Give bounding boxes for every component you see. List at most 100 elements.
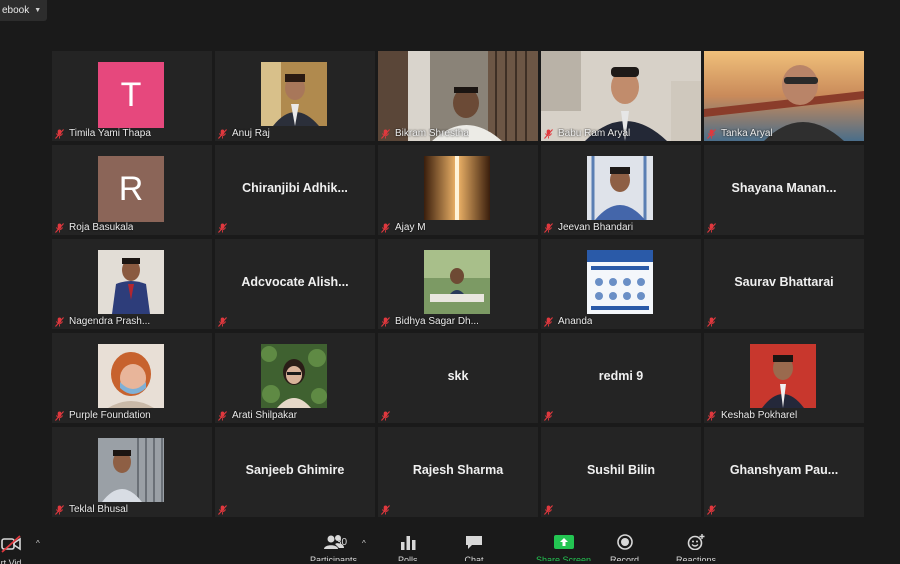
start-video-button[interactable]: rt Vid <box>0 535 22 564</box>
participant-tile[interactable]: Sanjeeb Ghimire <box>215 427 375 517</box>
chat-label: Chat <box>464 555 484 561</box>
record-button[interactable]: Record <box>610 534 639 561</box>
participant-name-label: Babu Ram Aryal <box>544 128 630 139</box>
share-screen-label: Share Screen <box>536 555 592 561</box>
mic-muted-icon <box>381 222 390 233</box>
view-dropdown-button[interactable]: ebook ▼ <box>0 0 48 21</box>
participant-display-name: skk <box>447 369 469 383</box>
participant-name: Ananda <box>558 316 593 327</box>
polls-icon <box>400 536 416 550</box>
record-label: Record <box>610 555 640 561</box>
mic-muted-icon <box>544 316 553 327</box>
participant-tile[interactable]: Nagendra Prash... <box>52 239 212 329</box>
mic-muted-icon <box>218 505 227 515</box>
mic-muted-icon <box>707 317 716 327</box>
participant-name-label: Arati Shilpakar <box>218 410 297 421</box>
view-dropdown-label: ebook <box>2 5 30 16</box>
mic-muted-icon <box>55 128 64 139</box>
polls-button[interactable]: Polls <box>398 534 418 561</box>
mic-muted-icon <box>218 128 227 139</box>
participant-name-label: Teklal Bhusal <box>55 504 128 515</box>
participant-tile[interactable]: Saurav Bhattarai <box>704 239 864 329</box>
share-screen-button[interactable]: Share Screen <box>536 534 591 561</box>
mic-muted-icon <box>544 505 553 515</box>
participant-name-label <box>707 223 721 233</box>
participant-display-name: Shayana Manan... <box>731 181 837 195</box>
participant-tile[interactable]: Anuj Raj <box>215 51 375 141</box>
mic-muted-icon <box>544 128 553 139</box>
chat-button[interactable]: Chat <box>464 534 484 561</box>
participant-name: Bidhya Sagar Dh... <box>395 316 479 327</box>
participant-tile[interactable]: Tanka Aryal <box>704 51 864 141</box>
participant-name-label <box>218 317 232 327</box>
participant-tile[interactable]: redmi 9 <box>541 333 701 423</box>
participant-tile[interactable]: Arati Shilpakar <box>215 333 375 423</box>
participant-tile[interactable]: Bikram Shrestha <box>378 51 538 141</box>
participant-name: Arati Shilpakar <box>232 410 298 421</box>
participant-tile[interactable]: Ghanshyam Pau... <box>704 427 864 517</box>
participant-display-name: Ghanshyam Pau... <box>729 463 839 477</box>
participant-tile[interactable]: skk <box>378 333 538 423</box>
chat-icon <box>466 536 482 549</box>
participant-name: Tanka Aryal <box>721 128 773 139</box>
mic-muted-icon <box>381 505 390 515</box>
participant-name-label: Roja Basukala <box>55 222 133 233</box>
participant-name-label <box>381 411 395 421</box>
participant-tile[interactable]: Purple Foundation <box>52 333 212 423</box>
mic-muted-icon <box>218 223 227 233</box>
participant-name: Nagendra Prash... <box>69 316 151 327</box>
participant-tile[interactable]: T Timila Yami Thapa <box>52 51 212 141</box>
participant-tile[interactable]: Ajay M <box>378 145 538 235</box>
record-icon <box>616 534 633 550</box>
reactions-label: Reactions <box>676 555 717 561</box>
participant-tile[interactable]: Chiranjibi Adhik... <box>215 145 375 235</box>
meeting-toolbar: rt Vid ^ Participants 30 ^ Polls Chat Sh… <box>0 526 900 564</box>
video-options-chevron-icon[interactable]: ^ <box>36 539 40 548</box>
participant-tile[interactable]: Ananda <box>541 239 701 329</box>
participant-display-name: Sushil Bilin <box>586 463 656 477</box>
participant-name-label <box>544 411 558 421</box>
participant-tile[interactable]: Adcvocate Alish... <box>215 239 375 329</box>
mic-muted-icon <box>55 222 64 233</box>
participant-tile[interactable]: Teklal Bhusal <box>52 427 212 517</box>
participant-display-name: Saurav Bhattarai <box>734 275 834 289</box>
avatar: R <box>98 156 164 222</box>
participant-tile[interactable]: Bidhya Sagar Dh... <box>378 239 538 329</box>
participants-label: Participants <box>310 555 358 561</box>
participant-name-label: Ananda <box>544 316 592 327</box>
participant-tile[interactable]: Jeevan Bhandari <box>541 145 701 235</box>
mic-muted-icon <box>544 411 553 421</box>
participant-name-label <box>218 505 232 515</box>
participant-tile[interactable]: Sushil Bilin <box>541 427 701 517</box>
participant-name: Bikram Shrestha <box>395 128 469 139</box>
participant-tile[interactable]: Keshab Pokharel <box>704 333 864 423</box>
participant-name: Ajay M <box>395 222 426 233</box>
participant-name: Roja Basukala <box>69 222 134 233</box>
avatar: T <box>98 62 164 128</box>
mic-muted-icon <box>55 410 64 421</box>
participant-name-label: Timila Yami Thapa <box>55 128 151 139</box>
participant-tile[interactable]: Babu Ram Aryal <box>541 51 701 141</box>
participant-name-label: Keshab Pokharel <box>707 410 797 421</box>
participant-name: Teklal Bhusal <box>69 504 128 515</box>
participant-name: Timila Yami Thapa <box>69 128 151 139</box>
participant-display-name: Adcvocate Alish... <box>241 275 349 289</box>
participant-name-label <box>218 223 232 233</box>
reactions-button[interactable]: Reactions <box>676 534 716 561</box>
participant-display-name: Sanjeeb Ghimire <box>245 463 345 477</box>
participant-tile[interactable]: Rajesh Sharma <box>378 427 538 517</box>
participant-name-label <box>707 317 721 327</box>
participant-name-label <box>707 505 721 515</box>
participant-tile[interactable]: R Roja Basukala <box>52 145 212 235</box>
participant-name-label: Bikram Shrestha <box>381 128 469 139</box>
participant-tile[interactable]: Shayana Manan... <box>704 145 864 235</box>
participants-count: 30 <box>336 537 348 548</box>
participant-name: Babu Ram Aryal <box>558 128 631 139</box>
mic-muted-icon <box>707 223 716 233</box>
participants-options-chevron-icon[interactable]: ^ <box>362 539 366 548</box>
participant-name-label <box>544 505 558 515</box>
participants-button[interactable]: Participants <box>310 534 357 561</box>
mic-muted-icon <box>381 316 390 327</box>
start-video-label: rt Vid <box>0 558 22 564</box>
share-screen-icon <box>553 535 574 549</box>
